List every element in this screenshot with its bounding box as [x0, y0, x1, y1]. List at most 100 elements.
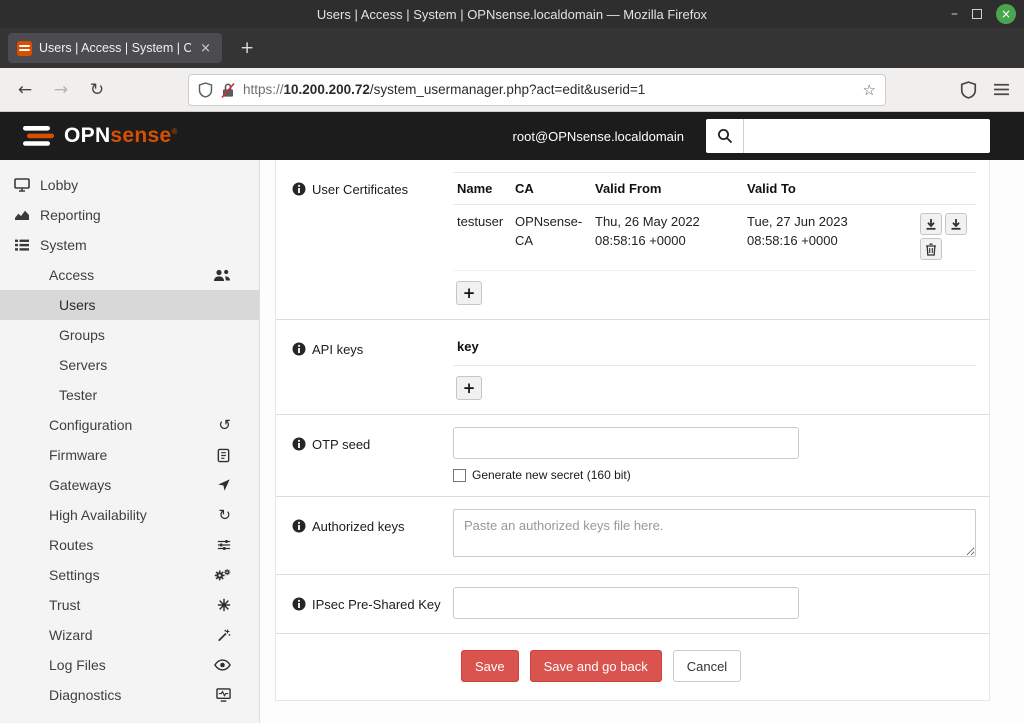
- authorized-keys-textarea[interactable]: [453, 509, 976, 557]
- certificate-seal-icon: [217, 598, 231, 612]
- opnsense-header: OPNsense® root@OPNsense.localdomain: [0, 112, 1024, 160]
- extension-shield-icon[interactable]: [960, 81, 977, 99]
- col-header-valid-from: Valid From: [591, 173, 743, 205]
- forward-button[interactable]: →: [46, 75, 76, 105]
- window-titlebar: Users | Access | System | OPNsense.local…: [0, 0, 1024, 28]
- sidebar-item-label: Wizard: [49, 627, 93, 643]
- magic-wand-icon: [217, 628, 231, 642]
- diagnostics-monitor-icon: [216, 688, 231, 702]
- sidebar-item-label: Settings: [49, 567, 100, 583]
- sidebar-item-label: Lobby: [40, 177, 78, 193]
- sidebar-item-wizard[interactable]: Wizard: [0, 620, 259, 650]
- url-path: /system_usermanager.php?act=edit&userid=…: [370, 82, 645, 97]
- add-api-key-button[interactable]: +: [456, 376, 482, 400]
- user-certificates-table: Name CA Valid From Valid To testuser: [453, 172, 976, 271]
- search-icon[interactable]: [706, 119, 744, 153]
- otp-seed-input[interactable]: [453, 427, 799, 459]
- opnsense-wordmark: OPNsense®: [64, 124, 178, 148]
- url-text[interactable]: https://10.200.200.72/system_usermanager…: [243, 82, 855, 97]
- ipsec-psk-label: IPsec Pre-Shared Key: [312, 596, 441, 619]
- sidebar-item-system[interactable]: System: [0, 230, 259, 260]
- field-label: OTP seed: [276, 427, 453, 482]
- tab-bar: Users | Access | System | OP × +: [0, 28, 1024, 68]
- back-button[interactable]: ←: [10, 75, 40, 105]
- tab-title: Users | Access | System | OP: [39, 41, 191, 55]
- sidebar-item-label: Tester: [59, 387, 97, 403]
- url-host: 10.200.200.72: [284, 82, 370, 97]
- info-circle-icon[interactable]: [292, 437, 306, 482]
- cert-name: testuser: [453, 205, 511, 271]
- info-circle-icon[interactable]: [292, 597, 306, 619]
- cancel-button[interactable]: Cancel: [673, 650, 741, 682]
- url-bar[interactable]: https://10.200.200.72/system_usermanager…: [188, 74, 886, 106]
- save-button[interactable]: Save: [461, 650, 519, 682]
- gears-icon: [214, 568, 231, 582]
- opnsense-logo-mark-icon: [20, 123, 56, 149]
- page-content: User Certificates Name CA Valid From Val…: [260, 160, 1024, 723]
- new-tab-button[interactable]: +: [234, 36, 260, 60]
- sidebar-item-firmware[interactable]: Firmware: [0, 440, 259, 470]
- header-search: [706, 119, 990, 153]
- tracking-shield-icon[interactable]: [198, 82, 213, 98]
- sidebar-item-users[interactable]: Users: [0, 290, 259, 320]
- minimize-button[interactable]: –: [951, 9, 958, 19]
- sidebar-item-groups[interactable]: Groups: [0, 320, 259, 350]
- sidebar-item-label: Trust: [49, 597, 80, 613]
- maximize-button[interactable]: [972, 9, 982, 19]
- sidebar-item-label: Diagnostics: [49, 687, 121, 703]
- add-certificate-button[interactable]: +: [456, 281, 482, 305]
- col-header-name: Name: [453, 173, 511, 205]
- sidebar-item-routes[interactable]: Routes: [0, 530, 259, 560]
- sidebar-item-settings[interactable]: Settings: [0, 560, 259, 590]
- delete-cert-button[interactable]: [920, 238, 942, 260]
- browser-tab[interactable]: Users | Access | System | OP ×: [8, 33, 222, 63]
- export-user-cert-button[interactable]: [920, 213, 942, 235]
- sidebar-item-access[interactable]: Access: [0, 260, 259, 290]
- logged-in-user: root@OPNsense.localdomain: [513, 129, 684, 144]
- tab-close-icon[interactable]: ×: [198, 41, 213, 56]
- form-row-ipsec-psk: IPsec Pre-Shared Key: [276, 574, 989, 633]
- form-row-otp-seed: OTP seed Generate new secret (160 bit): [276, 414, 989, 496]
- sidebar-item-trust[interactable]: Trust: [0, 590, 259, 620]
- close-button[interactable]: ×: [996, 4, 1016, 24]
- generate-secret-checkbox[interactable]: [453, 469, 466, 482]
- certificate-row: testuser OPNsense-CA Thu, 26 May 2022 08…: [453, 205, 976, 271]
- sidebar-item-label: Gateways: [49, 477, 111, 493]
- bookmark-star-icon[interactable]: ☆: [863, 81, 876, 99]
- sidebar-item-log-files[interactable]: Log Files: [0, 650, 259, 680]
- col-header-ca: CA: [511, 173, 591, 205]
- generate-secret-label: Generate new secret (160 bit): [472, 468, 631, 482]
- ipsec-psk-input[interactable]: [453, 587, 799, 619]
- search-input[interactable]: [744, 119, 990, 153]
- info-circle-icon[interactable]: [292, 182, 306, 305]
- authorized-keys-label: Authorized keys: [312, 518, 405, 560]
- sidebar-item-gateways[interactable]: Gateways: [0, 470, 259, 500]
- opnsense-logo[interactable]: OPNsense®: [20, 123, 178, 149]
- url-scheme: https://: [243, 82, 284, 97]
- info-circle-icon[interactable]: [292, 519, 306, 560]
- sidebar-item-configuration[interactable]: Configuration ↺: [0, 410, 259, 440]
- insecure-lock-icon[interactable]: [221, 82, 235, 98]
- sidebar-item-servers[interactable]: Servers: [0, 350, 259, 380]
- sidebar-item-label: Servers: [59, 357, 107, 373]
- sidebar-item-high-availability[interactable]: High Availability ↻: [0, 500, 259, 530]
- sidebar-item-label: Routes: [49, 537, 93, 553]
- location-arrow-icon: [217, 478, 231, 492]
- sidebar-item-lobby[interactable]: Lobby: [0, 170, 259, 200]
- info-circle-icon[interactable]: [292, 342, 306, 400]
- form-actions: Save Save and go back Cancel: [276, 633, 989, 700]
- user-edit-form-panel: User Certificates Name CA Valid From Val…: [275, 160, 990, 701]
- save-and-go-back-button[interactable]: Save and go back: [530, 650, 662, 682]
- otp-seed-label: OTP seed: [312, 436, 370, 482]
- export-ca-cert-button[interactable]: [945, 213, 967, 235]
- sidebar-item-tester[interactable]: Tester: [0, 380, 259, 410]
- col-header-valid-to: Valid To: [743, 173, 895, 205]
- sidebar-item-reporting[interactable]: Reporting: [0, 200, 259, 230]
- reload-button[interactable]: ↻: [82, 75, 112, 105]
- sidebar-item-label: Groups: [59, 327, 105, 343]
- desktop-icon: [14, 177, 31, 193]
- book-icon: [216, 448, 231, 463]
- sidebar-item-diagnostics[interactable]: Diagnostics: [0, 680, 259, 710]
- sidebar-item-label: Firmware: [49, 447, 107, 463]
- menu-hamburger-icon[interactable]: [993, 82, 1010, 97]
